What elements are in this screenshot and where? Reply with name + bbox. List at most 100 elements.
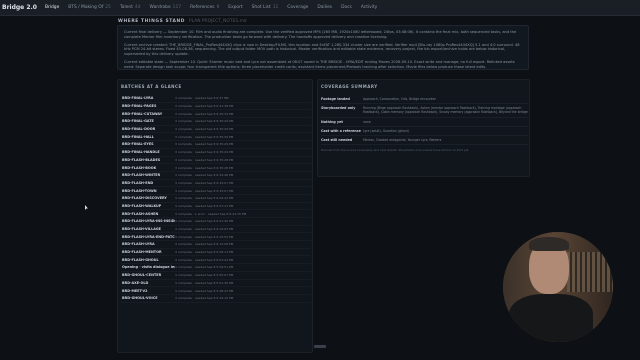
batch-status: 3 complete · needed Sep 8 6:41:38 PM [175, 104, 234, 109]
batch-row[interactable]: BRD-FLASH-LYRA-END-PATCH 3 complete · nee… [121, 233, 311, 242]
coverage-row: Footage landed Approach, Convocation, Cri… [321, 95, 528, 105]
nav-tab[interactable]: BTS / Making Of 25 [68, 5, 111, 10]
coverage-value: Mentor, Cloaked antagonist, Younger Lyra… [363, 138, 442, 143]
batch-row[interactable]: Opening · visits dialogue leads3 complet… [121, 264, 311, 272]
batch-row[interactable]: BRD-FLASH-LYRA 3 complete · needed Sep 8 … [121, 241, 311, 249]
batch-row[interactable]: BRD-AXE-OLD 3 complete · needed Sep 8 5:5… [121, 280, 311, 288]
batch-row[interactable]: BRD-GHOUL-CENTER 3 complete · needed Sep … [121, 272, 311, 280]
batch-row[interactable]: BRD-GHOUL-VOICE 3 complete · needed Sep 8… [121, 295, 311, 303]
batch-status: 3 complete · 1 error · needed Sep 8 6:24… [175, 211, 247, 216]
batch-row[interactable]: BRD-FLASH-VILLAGE 3 complete · needed Sep… [121, 226, 311, 234]
nav-tab-count: 117 [172, 5, 182, 10]
nav-tab[interactable]: Activity [361, 5, 377, 10]
coverage-label: Storyboarded only [321, 106, 356, 111]
batch-name: BRD-FLASH-LYRA [122, 242, 155, 247]
where-things-stand-title: WHERE THINGS STAND PLAN PROJECT_NOTES.md [118, 19, 247, 24]
batch-row[interactable]: BRD-FLASH-WALKUP 3 complete · needed Sep … [121, 203, 311, 211]
batch-name: BRD-FLASH-DISCOVERY [122, 196, 167, 201]
nav-tab[interactable]: Wardrobe 117 [150, 5, 182, 10]
batch-status: 3 complete · needed Sep 8 6:35:28 PM [175, 165, 234, 170]
mouse-cursor-icon [85, 205, 88, 210]
nav-tab[interactable]: Shot List 11 [252, 5, 279, 10]
nav-tab-count: 11 [272, 5, 279, 10]
batch-status: 3 complete · needed Sep 8 5:48:22 PM [175, 288, 234, 293]
batch-status: 3 complete · needed Sep 8 5:55:07 PM [175, 273, 234, 278]
batch-row[interactable]: BRD-FINAL-HALL 3 complete · needed Sep 8 … [121, 133, 311, 142]
guitar-rack [567, 252, 613, 292]
batch-name: Opening · visits dialogue leads [122, 265, 175, 270]
nav-tab-label: Bridge [44, 5, 60, 10]
batch-row[interactable]: BRD-FLASH-LYRA-INS-INSIDE 3 complete · ne… [121, 218, 311, 226]
batch-row[interactable]: BRD-FLASH-TOWN 3 complete · needed Sep 8 … [121, 187, 311, 195]
status-paragraph: Current archive created: THE_BRIDGE_FINA… [124, 42, 520, 57]
batch-status: 3 complete · needed Sep 8 6:35:29 PM [175, 119, 234, 124]
batch-name: BRD-FLASH-ASHEN [122, 211, 159, 216]
batch-name: BRD-FLASH-GHOUL [122, 257, 159, 262]
nav-tab[interactable]: Talent 44 [120, 5, 141, 10]
batch-name: BRD-FINAL-CUTAWAY [122, 111, 163, 116]
coverage-row: Cast still needed Mentor, Cloaked antagon… [321, 136, 528, 146]
batch-row[interactable]: BRD-FLASH-ASHEN 3 complete · 1 error · ne… [121, 210, 311, 218]
app-brand[interactable]: Bridge 2.0 [2, 4, 37, 11]
batch-row[interactable]: BRD-FLASH-GHOUL 3 complete · needed Sep 8… [121, 256, 311, 265]
coverage-label: Footage landed [321, 97, 350, 101]
batch-status: 3 complete · needed Sep 8 6:37 PM [175, 96, 229, 101]
nav-tab[interactable]: Dailies [317, 5, 332, 10]
batch-row[interactable]: BRD-FLASH-BOOK 3 complete · needed Sep 8 … [121, 164, 311, 172]
nav-tab[interactable]: Docs [341, 5, 352, 10]
nav-tab[interactable]: References 9 [190, 5, 219, 10]
top-nav: Bridge 2.0 Bridge BTS / Making Of 25 Talent… [0, 0, 640, 16]
nav-tab-label: BTS / Making Of [68, 5, 104, 10]
batch-row[interactable]: BRD-FLASH-WINTER 3 complete · needed Sep … [121, 172, 311, 180]
batch-status: 3 complete · needed Sep 8 6:35:29 PM [175, 127, 234, 132]
coverage-row: Nothing yet none [321, 118, 528, 127]
coverage-value: Running (Birge approach flashback), Ashe… [363, 106, 528, 115]
batch-name: BRD-FLASH-WALKUP [122, 203, 162, 208]
coverage-label: Nothing yet [321, 119, 343, 124]
batch-status: 3 complete · needed Sep 8 6:21:40 PM [175, 219, 234, 224]
nav-tab-count: 25 [105, 5, 111, 10]
coverage-note: Derived from the source screenplay and c… [321, 148, 470, 153]
nav-tab-label: Docs [341, 5, 352, 10]
batch-status: 3 complete · needed Sep 8 6:35:29 PM [175, 150, 234, 155]
batch-row[interactable]: BRD-FLASH-DISCOVERY 3 complete · needed S… [121, 195, 311, 203]
nav-tab[interactable]: Coverage [287, 5, 308, 10]
batch-row[interactable]: BRD-FLASH-MENTOR 3 complete · needed Sep … [121, 249, 311, 257]
batch-status: 3 complete · needed Sep 8 6:33:07 PM [175, 188, 234, 193]
batch-status: 3 complete · needed Sep 8 6:35:34 PM [175, 111, 234, 116]
nav-tab[interactable]: Export [228, 5, 242, 10]
batch-name: BRD-MEET-V2 [122, 288, 148, 293]
batch-name: BRD-AXE-OLD [122, 280, 149, 285]
batch-row[interactable]: BRD-FINAL-LYRA 3 complete · needed Sep 8 … [121, 95, 311, 103]
batch-status: 3 complete · needed Sep 8 6:09:13 PM [175, 250, 234, 255]
coverage-list: Footage landed Approach, Convocation, Cri… [321, 95, 528, 152]
batch-row[interactable]: BRD-FLASH-BLADES 3 complete · needed Sep … [121, 157, 311, 165]
nav-tab[interactable]: Bridge [45, 5, 59, 10]
nav-tab-count: 44 [134, 5, 141, 10]
batch-row[interactable]: BRD-FINAL-CUTAWAY 3 complete · needed Sep… [121, 110, 311, 119]
batch-status: 3 complete · needed Sep 8 6:03:44 PM [175, 257, 234, 262]
batch-row[interactable]: BRD-FINAL-HANDLE 3 complete · needed Sep … [121, 149, 311, 157]
nav-tab-label: Coverage [287, 5, 309, 10]
coverage-value: Lyra (adult), Guardian (ghoul) [363, 128, 409, 133]
horizontal-scrollbar[interactable] [314, 345, 326, 348]
batch-row[interactable]: BRD-FLASH-END 3 complete · needed Sep 8 6… [121, 180, 311, 188]
batch-status: 3 complete · needed Sep 8 5:44:10 PM [175, 296, 234, 301]
batch-row[interactable]: BRD-FINAL-EYES 3 complete · needed Sep 8 … [121, 141, 311, 149]
batch-name: BRD-FLASH-END [122, 180, 154, 185]
batch-status: 3 complete · needed Sep 8 6:34:46 PM [175, 173, 234, 178]
batch-row[interactable]: BRD-FINAL-DOOR 3 complete · needed Sep 8 … [121, 126, 311, 134]
batch-list: BRD-FINAL-LYRA 3 complete · needed Sep 8 … [121, 95, 311, 303]
batch-row[interactable]: BRD-MEET-V2 3 complete · needed Sep 8 5:4… [121, 287, 311, 295]
batch-name: BRD-FLASH-TOWN [122, 188, 157, 193]
batch-name: BRD-FLASH-BOOK [122, 165, 157, 170]
nav-tab-label: References [190, 5, 215, 10]
batch-name: BRD-GHOUL-VOICE [122, 296, 158, 301]
batch-row[interactable]: BRD-FINAL-PAGES 3 complete · needed Sep 8… [121, 103, 311, 111]
batch-row[interactable]: BRD-FINAL-GATE 3 complete · needed Sep 8 … [121, 118, 311, 126]
presenter-hair [529, 237, 569, 251]
batch-name: BRD-FLASH-LYRA-END-PATCH [122, 234, 175, 239]
status-paragraph: Current final delivery — September 10. F… [124, 30, 517, 39]
batch-status: 3 complete · needed Sep 8 6:12:08 PM [175, 242, 234, 247]
status-paragraph: Current editable state — September 10. Q… [124, 59, 515, 69]
